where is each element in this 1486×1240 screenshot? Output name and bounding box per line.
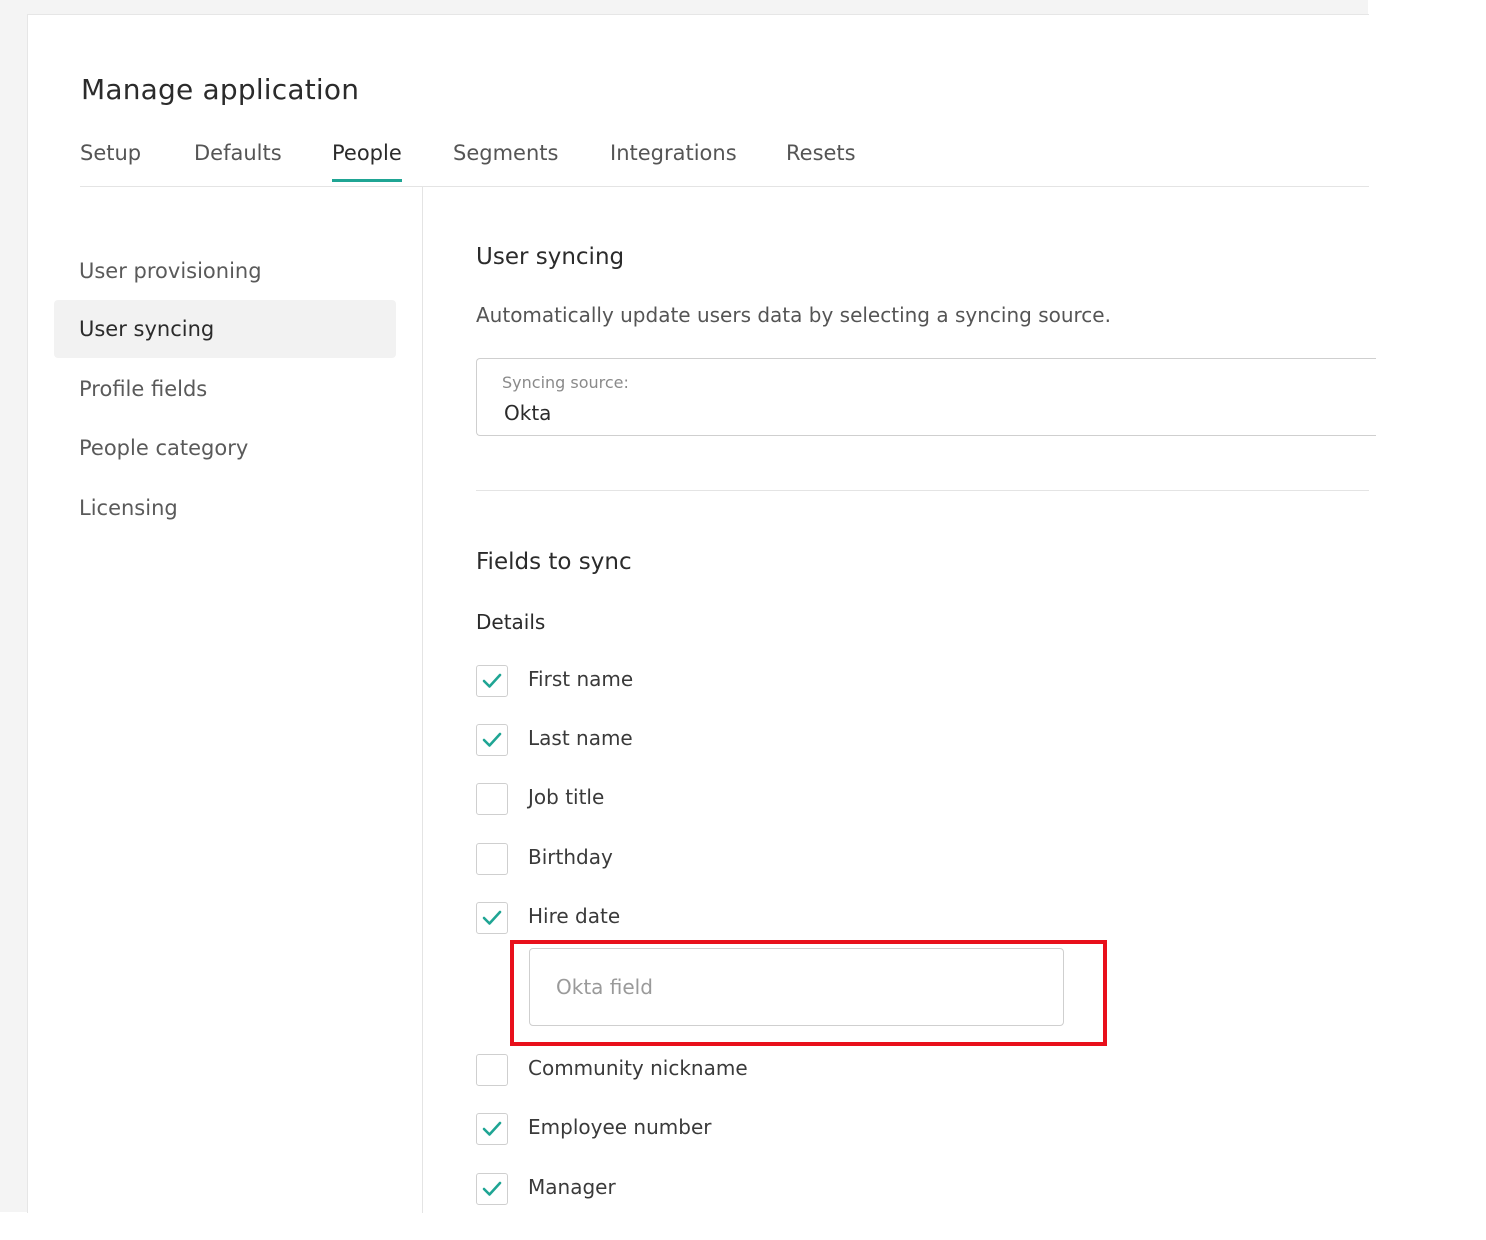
tab-integrations[interactable]: Integrations: [610, 141, 737, 179]
checkbox[interactable]: [476, 665, 508, 697]
tab-resets[interactable]: Resets: [786, 141, 856, 179]
field-label: First name: [528, 667, 634, 691]
field-label: Job title: [528, 785, 605, 809]
field-label: Community nickname: [528, 1056, 748, 1080]
sidebar-item-people-category[interactable]: People category: [54, 419, 396, 477]
manage-application-panel: Manage application Setup Defaults People…: [27, 14, 1376, 1213]
checkmark-icon: [482, 910, 502, 925]
sidebar-item-user-syncing[interactable]: User syncing: [54, 300, 396, 358]
checkbox[interactable]: [476, 1054, 508, 1086]
page-title: Manage application: [81, 73, 360, 106]
checkmark-icon: [482, 673, 502, 688]
tab-segments[interactable]: Segments: [453, 141, 558, 179]
sidebar-item-user-provisioning[interactable]: User provisioning: [54, 242, 396, 300]
vertical-divider: [422, 186, 423, 1213]
checkbox[interactable]: [476, 902, 508, 934]
syncing-source-label: Syncing source:: [502, 373, 629, 392]
sidebar-item-profile-fields[interactable]: Profile fields: [54, 360, 396, 418]
section-divider: [476, 490, 1369, 491]
checkmark-icon: [482, 732, 502, 747]
checkmark-icon: [482, 1181, 502, 1196]
field-label: Employee number: [528, 1115, 712, 1139]
syncing-source-value: Okta: [504, 401, 552, 425]
section-title: User syncing: [476, 244, 625, 270]
fields-to-sync-title: Fields to sync: [476, 549, 632, 575]
field-label: Hire date: [528, 904, 621, 928]
tabs-divider: [80, 186, 1369, 187]
sidebar-item-licensing[interactable]: Licensing: [54, 479, 396, 537]
checkmark-icon: [482, 1121, 502, 1136]
checkbox[interactable]: [476, 783, 508, 815]
tab-defaults[interactable]: Defaults: [194, 141, 282, 179]
checkbox[interactable]: [476, 843, 508, 875]
field-label: Manager: [528, 1175, 616, 1199]
field-label: Last name: [528, 726, 633, 750]
field-label: Birthday: [528, 845, 613, 869]
syncing-source-select[interactable]: Syncing source: Okta: [476, 358, 1376, 436]
section-description: Automatically update users data by selec…: [476, 303, 1111, 327]
checkbox[interactable]: [476, 1113, 508, 1145]
okta-field-input[interactable]: [529, 948, 1064, 1026]
checkbox[interactable]: [476, 1173, 508, 1205]
tab-setup[interactable]: Setup: [80, 141, 141, 179]
details-subtitle: Details: [476, 610, 546, 634]
tab-people[interactable]: People: [332, 141, 402, 182]
checkbox[interactable]: [476, 724, 508, 756]
